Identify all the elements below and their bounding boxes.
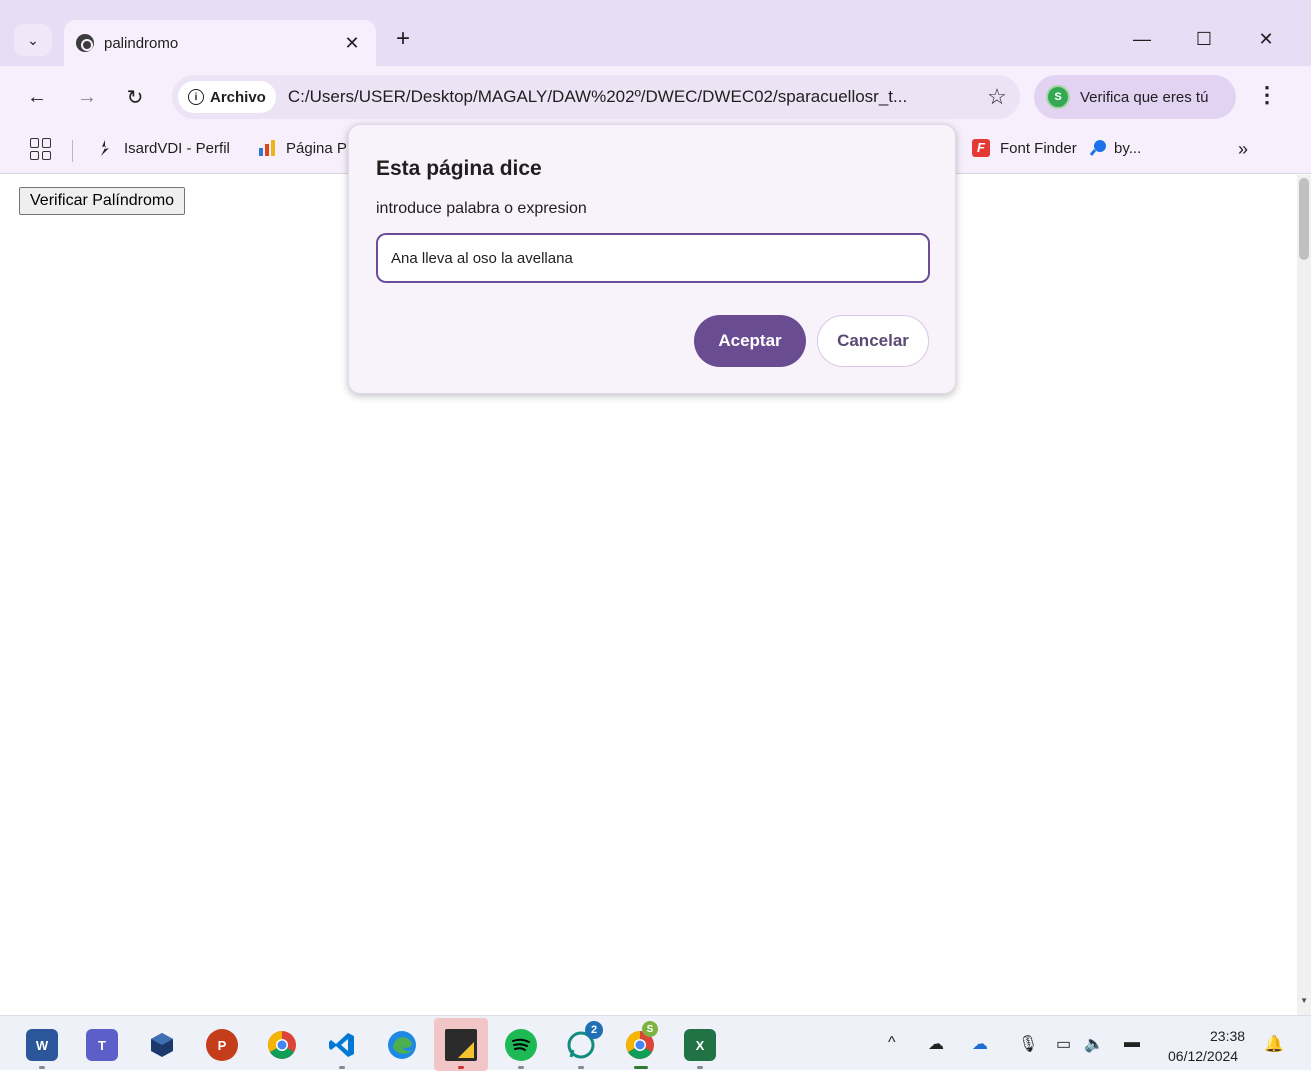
powerpoint-icon[interactable]: P — [206, 1029, 238, 1061]
dialog-title: Esta página dice — [376, 157, 542, 180]
tab-search-button[interactable]: ⌄ — [14, 24, 52, 56]
prompt-dialog: Esta página dice introduce palabra o exp… — [348, 124, 956, 394]
prompt-input[interactable] — [376, 233, 930, 283]
cancel-button[interactable]: Cancelar — [817, 315, 929, 367]
accept-button[interactable]: Aceptar — [694, 315, 806, 367]
arrow-left-icon: ← — [27, 85, 47, 108]
tab-title: palindromo — [104, 34, 179, 52]
chrome-profile-icon[interactable]: S — [624, 1021, 658, 1061]
url-text[interactable]: C:/Users/USER/Desktop/MAGALY/DAW%202º/DW… — [288, 87, 980, 107]
search-icon — [1089, 139, 1108, 157]
info-icon: i — [188, 89, 204, 105]
bookmark-pagina[interactable]: Página P — [258, 139, 347, 157]
volume-icon[interactable]: 🔈 — [1084, 1034, 1104, 1054]
tab-close-icon[interactable]: ✕ — [340, 33, 364, 54]
site-info-label: Archivo — [210, 88, 266, 106]
running-indicator — [578, 1066, 584, 1069]
site-info-chip[interactable]: i Archivo — [178, 81, 276, 113]
profile-button[interactable]: S Verifica que eres tú — [1034, 75, 1236, 119]
tab-strip: ⌄ palindromo ✕ + — ☐ ✕ — [0, 0, 1311, 66]
word-icon[interactable]: W — [26, 1029, 58, 1061]
battery-icon[interactable]: ▬ — [1124, 1034, 1140, 1052]
bookmark-by[interactable]: by... — [1089, 139, 1142, 157]
sticky-notes-icon[interactable] — [445, 1029, 477, 1061]
font-finder-icon: F — [972, 139, 990, 157]
microphone-icon[interactable]: 🎙 — [1018, 1034, 1038, 1054]
network-icon[interactable]: ▭ — [1056, 1034, 1071, 1054]
profile-badge: S — [642, 1021, 658, 1037]
tab-palindromo[interactable]: palindromo ✕ — [64, 20, 376, 66]
page-scrollbar[interactable] — [1297, 175, 1311, 1015]
cloud-outline-icon[interactable]: ☁ — [928, 1034, 944, 1054]
vscode-icon[interactable] — [326, 1029, 358, 1061]
new-tab-button[interactable]: + — [390, 26, 416, 52]
minimize-button[interactable]: — — [1122, 24, 1162, 54]
address-bar[interactable]: i Archivo C:/Users/USER/Desktop/MAGALY/D… — [172, 75, 1020, 119]
running-indicator — [697, 1066, 703, 1069]
virtualbox-icon[interactable] — [146, 1029, 178, 1061]
apps-grid-icon[interactable] — [30, 138, 52, 160]
clock-date[interactable]: 06/12/2024 — [1168, 1048, 1238, 1064]
bell-icon[interactable]: 🔔 — [1264, 1034, 1284, 1054]
verify-palindrome-button[interactable]: Verificar Palíndromo — [19, 187, 186, 215]
bookmark-star-icon[interactable]: ☆ — [980, 84, 1014, 110]
running-indicator — [458, 1066, 464, 1069]
bookmark-label: Font Finder — [1000, 139, 1077, 157]
bookmark-label: Página P — [286, 139, 347, 157]
globe-icon — [76, 34, 94, 52]
scrollbar-thumb[interactable] — [1299, 178, 1309, 260]
onedrive-icon[interactable]: ☁ — [972, 1034, 988, 1054]
bookmarks-overflow-icon[interactable]: » — [1238, 139, 1248, 160]
chevron-down-icon: ⌄ — [27, 31, 39, 48]
forward-button[interactable]: → — [72, 82, 102, 112]
maximize-button[interactable]: ☐ — [1184, 24, 1224, 54]
running-indicator — [634, 1066, 648, 1069]
whatsapp-icon[interactable]: 2 — [565, 1021, 603, 1061]
notification-badge: 2 — [585, 1021, 603, 1039]
dialog-message: introduce palabra o expresion — [376, 200, 587, 217]
teams-icon[interactable]: T — [86, 1029, 118, 1061]
spotify-icon[interactable] — [505, 1029, 537, 1061]
bookmark-font-finder[interactable]: F Font Finder — [972, 139, 1077, 157]
menu-kebab-icon[interactable]: ⋮ — [1252, 82, 1282, 112]
bookmark-label: by... — [1114, 139, 1142, 157]
excel-icon[interactable]: X — [684, 1029, 716, 1061]
clock-time[interactable]: 23:38 — [1210, 1028, 1245, 1044]
running-indicator — [339, 1066, 345, 1069]
back-button[interactable]: ← — [22, 82, 52, 112]
taskbar: W T P 2 S X ^ ☁ ☁ 🎙 ▭ 🔈 ▬ 23:38 06/12/20… — [0, 1015, 1311, 1071]
reload-icon: ↻ — [126, 86, 144, 109]
pagina-icon — [258, 139, 276, 157]
chevron-up-icon[interactable]: ^ — [888, 1034, 896, 1052]
running-indicator — [39, 1066, 45, 1069]
avatar: S — [1046, 85, 1070, 109]
browser-toolbar: ← → ↻ i Archivo C:/Users/USER/Desktop/MA… — [0, 66, 1311, 128]
arrow-right-icon: → — [77, 85, 97, 108]
profile-label: Verifica que eres tú — [1080, 88, 1209, 106]
chrome-icon[interactable] — [266, 1029, 298, 1061]
isardvdi-icon — [96, 139, 114, 157]
edge-icon[interactable] — [386, 1029, 418, 1061]
bookmarks-divider — [72, 140, 73, 162]
bookmark-isardvdi[interactable]: IsardVDI - Perfil — [96, 139, 230, 157]
running-indicator — [518, 1066, 524, 1069]
bookmark-label: IsardVDI - Perfil — [124, 139, 230, 157]
scroll-down-icon[interactable]: ▼ — [1300, 996, 1308, 1005]
close-window-button[interactable]: ✕ — [1246, 24, 1286, 54]
reload-button[interactable]: ↻ — [120, 82, 150, 112]
